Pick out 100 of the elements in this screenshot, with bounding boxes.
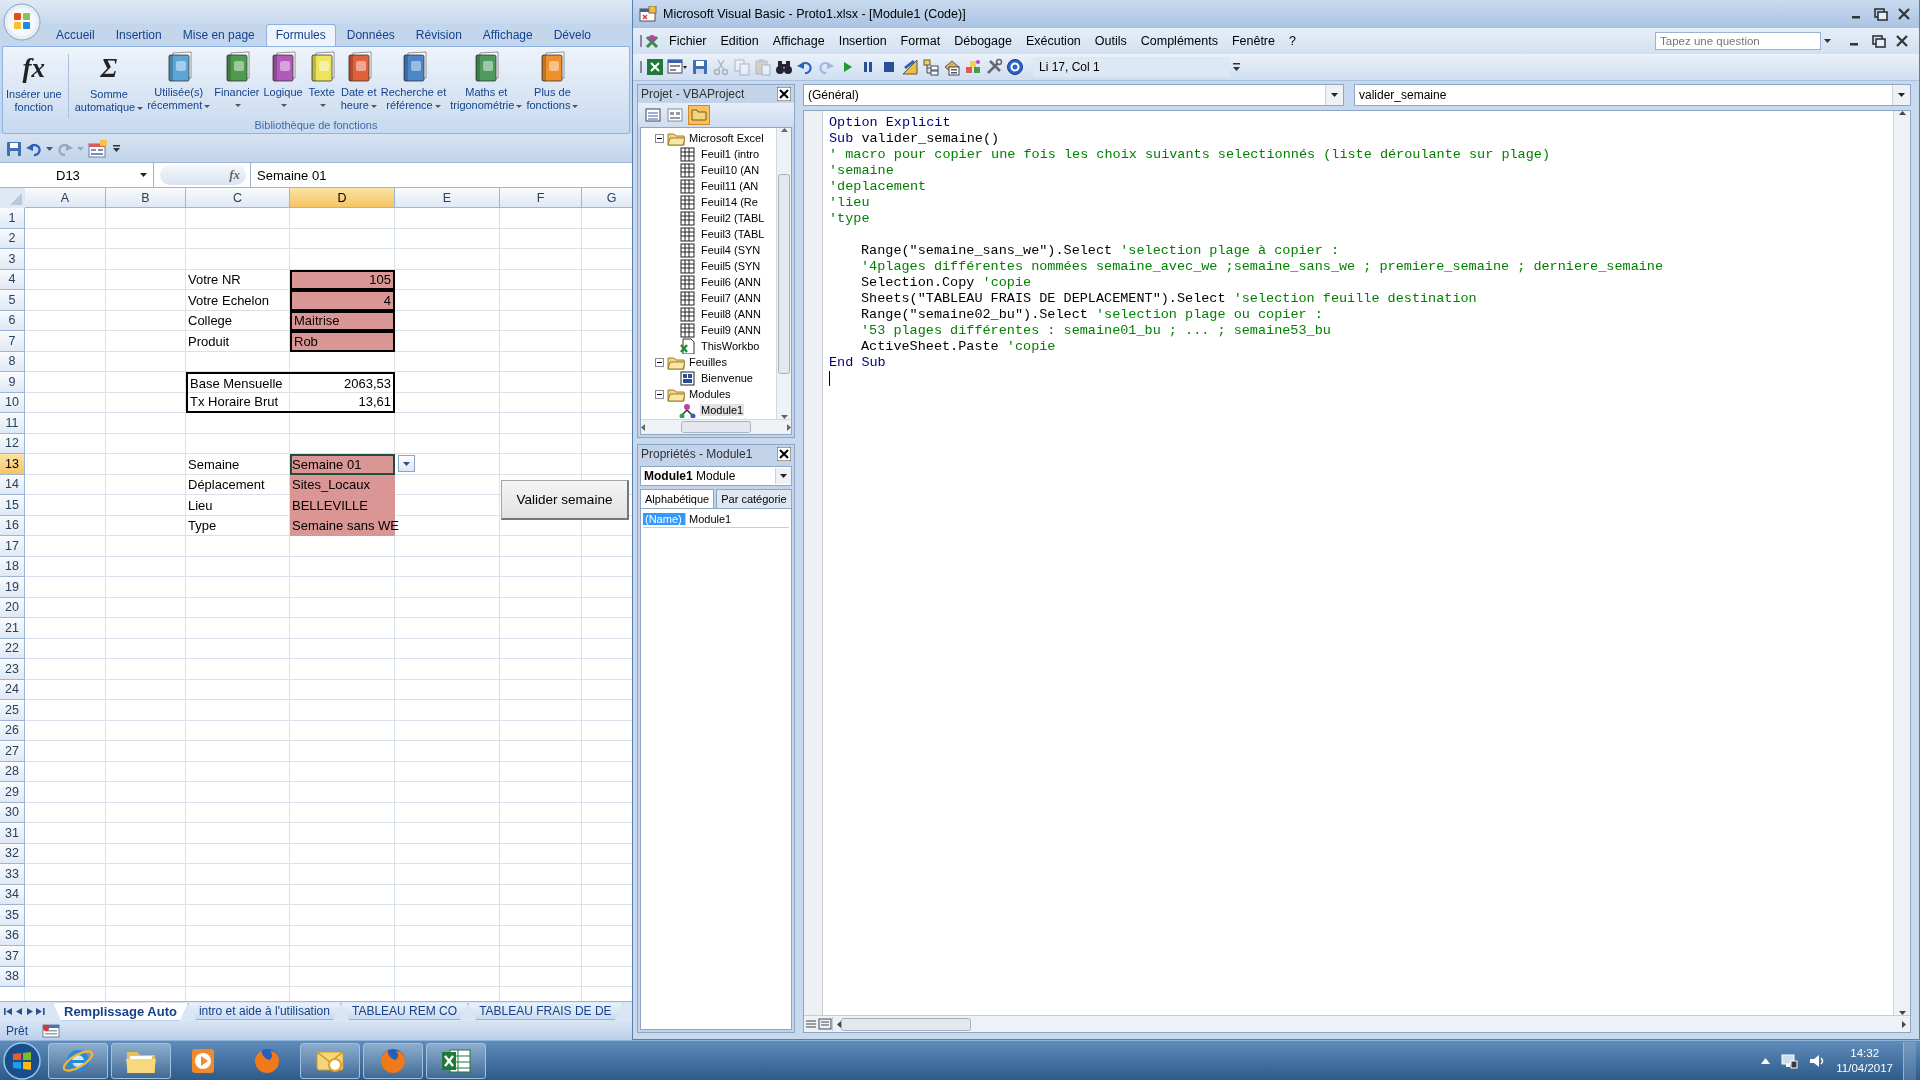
spreadsheet-icon[interactable] — [646, 58, 664, 76]
row-number[interactable]: 18 — [0, 556, 25, 577]
column-header[interactable]: B — [106, 188, 186, 208]
clock[interactable]: 14:32 11/04/2017 — [1836, 1045, 1893, 1076]
row-number[interactable]: 15 — [0, 495, 25, 516]
row-number[interactable]: 4 — [0, 269, 25, 290]
previous-sheet-icon[interactable] — [16, 1007, 23, 1016]
binoculars-icon[interactable] — [775, 58, 793, 76]
macro-record-icon[interactable] — [42, 1023, 60, 1038]
row-number[interactable]: 27 — [0, 741, 25, 762]
row-number[interactable]: 21 — [0, 618, 25, 639]
scroll-right-icon[interactable] — [1902, 1020, 1906, 1028]
taskbar-button[interactable] — [48, 1042, 108, 1079]
menu-item[interactable]: Format — [894, 32, 947, 50]
view-object-icon[interactable] — [666, 106, 684, 124]
scroll-thumb-icon[interactable] — [681, 421, 751, 433]
insert-function-icon[interactable]: fx — [229, 167, 240, 183]
row-number[interactable]: 6 — [0, 310, 25, 331]
row-number[interactable]: 29 — [0, 782, 25, 803]
scroll-thumb-icon[interactable] — [841, 1017, 971, 1031]
sheet-tab[interactable]: intro et aide à l'utilisation — [187, 1003, 341, 1020]
row-number[interactable]: 12 — [0, 433, 25, 454]
tree-item[interactable]: Modules — [688, 388, 732, 400]
row-number[interactable]: 30 — [0, 802, 25, 823]
row-number[interactable]: 35 — [0, 905, 25, 926]
column-header[interactable]: C — [186, 188, 290, 208]
tree-item[interactable]: Feuil14 (Re — [700, 196, 759, 208]
collapse-icon[interactable] — [655, 389, 664, 399]
sheet-tab[interactable]: TABLEAU FRAIS DE DE — [468, 1003, 623, 1020]
toolbar-grip-icon[interactable] — [639, 59, 643, 75]
row-number[interactable]: 28 — [0, 761, 25, 782]
row-number[interactable]: 17 — [0, 536, 25, 557]
close-icon[interactable] — [777, 87, 791, 101]
ribbon-button[interactable]: Σ Somme automatique — [72, 50, 146, 115]
shapes-icon[interactable] — [964, 58, 982, 76]
ribbon-button[interactable]: Maths et trigonométrie — [448, 50, 525, 113]
row-number[interactable]: 5 — [0, 290, 25, 311]
row-number[interactable]: 38 — [0, 966, 25, 987]
tree-item[interactable]: Feuil2 (TABL — [700, 212, 766, 224]
help-icon[interactable] — [1006, 58, 1024, 76]
first-sheet-icon[interactable] — [4, 1007, 13, 1016]
row-number[interactable]: 25 — [0, 700, 25, 721]
row-number[interactable]: 19 — [0, 577, 25, 598]
scroll-right-icon[interactable] — [787, 423, 791, 431]
tools-icon[interactable] — [985, 58, 1003, 76]
tree-item[interactable]: Feuil7 (ANN — [700, 292, 762, 304]
form-icon[interactable] — [667, 58, 688, 76]
scroll-up-icon[interactable] — [1898, 111, 1906, 115]
ribbon-tab[interactable]: Insertion — [105, 24, 172, 46]
last-sheet-icon[interactable] — [36, 1007, 45, 1016]
undo-icon[interactable] — [26, 141, 42, 157]
sheet-tab[interactable]: TABLEAU REM CO — [341, 1003, 469, 1020]
taskbar-button[interactable] — [111, 1042, 171, 1079]
menu-item[interactable]: Outils — [1088, 32, 1133, 50]
object-dropdown[interactable]: (Général) — [803, 84, 1344, 106]
tree-item[interactable]: Microsoft Excel — [688, 132, 765, 144]
row-number[interactable]: 20 — [0, 597, 25, 618]
menu-item[interactable]: Insertion — [832, 32, 893, 50]
ruler-icon[interactable] — [901, 58, 919, 76]
close-icon[interactable] — [777, 447, 791, 461]
row-number[interactable]: 33 — [0, 864, 25, 885]
column-header[interactable]: E — [395, 188, 500, 208]
ribbon-button[interactable]: Date et heure — [338, 50, 379, 113]
tray-expand-icon[interactable] — [1761, 1057, 1771, 1064]
tree-item[interactable]: Feuil5 (SYN — [700, 260, 762, 272]
ribbon-tab[interactable]: Accueil — [46, 24, 105, 46]
column-header[interactable]: F — [500, 188, 582, 208]
row-number[interactable]: 26 — [0, 720, 25, 741]
row-number[interactable]: 14 — [0, 474, 25, 495]
scrollbar[interactable] — [776, 128, 791, 419]
menu-item[interactable]: Compléments — [1134, 32, 1224, 50]
row-number[interactable]: 36 — [0, 925, 25, 946]
properties-icon[interactable] — [943, 58, 961, 76]
module-view-icon[interactable] — [818, 1018, 832, 1030]
row-number[interactable]: 24 — [0, 679, 25, 700]
ribbon-tab[interactable]: Affichage — [472, 24, 543, 46]
column-header[interactable]: D — [290, 188, 395, 208]
row-number[interactable]: 3 — [0, 249, 25, 270]
menu-item[interactable]: Débogage — [948, 32, 1018, 50]
tree-item[interactable]: Feuil8 (ANN — [700, 308, 762, 320]
object-dropdown[interactable]: Module1 Module — [640, 466, 792, 486]
row-number[interactable]: 31 — [0, 823, 25, 844]
sheet-tab[interactable]: Remplissage Auto — [53, 1002, 188, 1021]
ribbon-tab[interactable]: Formules — [265, 24, 336, 46]
ribbon-button[interactable]: Texte — [304, 50, 339, 113]
taskbar-button[interactable] — [300, 1042, 360, 1079]
tree-item[interactable]: ThisWorkbo — [700, 340, 761, 352]
properties-tab[interactable]: Par catégorie — [716, 489, 792, 508]
tree-item[interactable]: Feuil6 (ANN — [700, 276, 762, 288]
ribbon-tab[interactable]: Mise en page — [172, 24, 265, 46]
ribbon-button[interactable]: Financier — [212, 50, 262, 113]
menu-item[interactable]: Exécution — [1019, 32, 1087, 50]
network-icon[interactable] — [1780, 1052, 1799, 1069]
tree-item[interactable]: Feuilles — [688, 356, 728, 368]
ribbon-button[interactable]: Recherche et référence — [378, 50, 449, 113]
row-number[interactable]: 23 — [0, 659, 25, 680]
row-number[interactable]: 22 — [0, 638, 25, 659]
row-number[interactable]: 16 — [0, 515, 25, 536]
customize-icon[interactable] — [112, 145, 121, 153]
collapse-icon[interactable] — [655, 133, 664, 143]
